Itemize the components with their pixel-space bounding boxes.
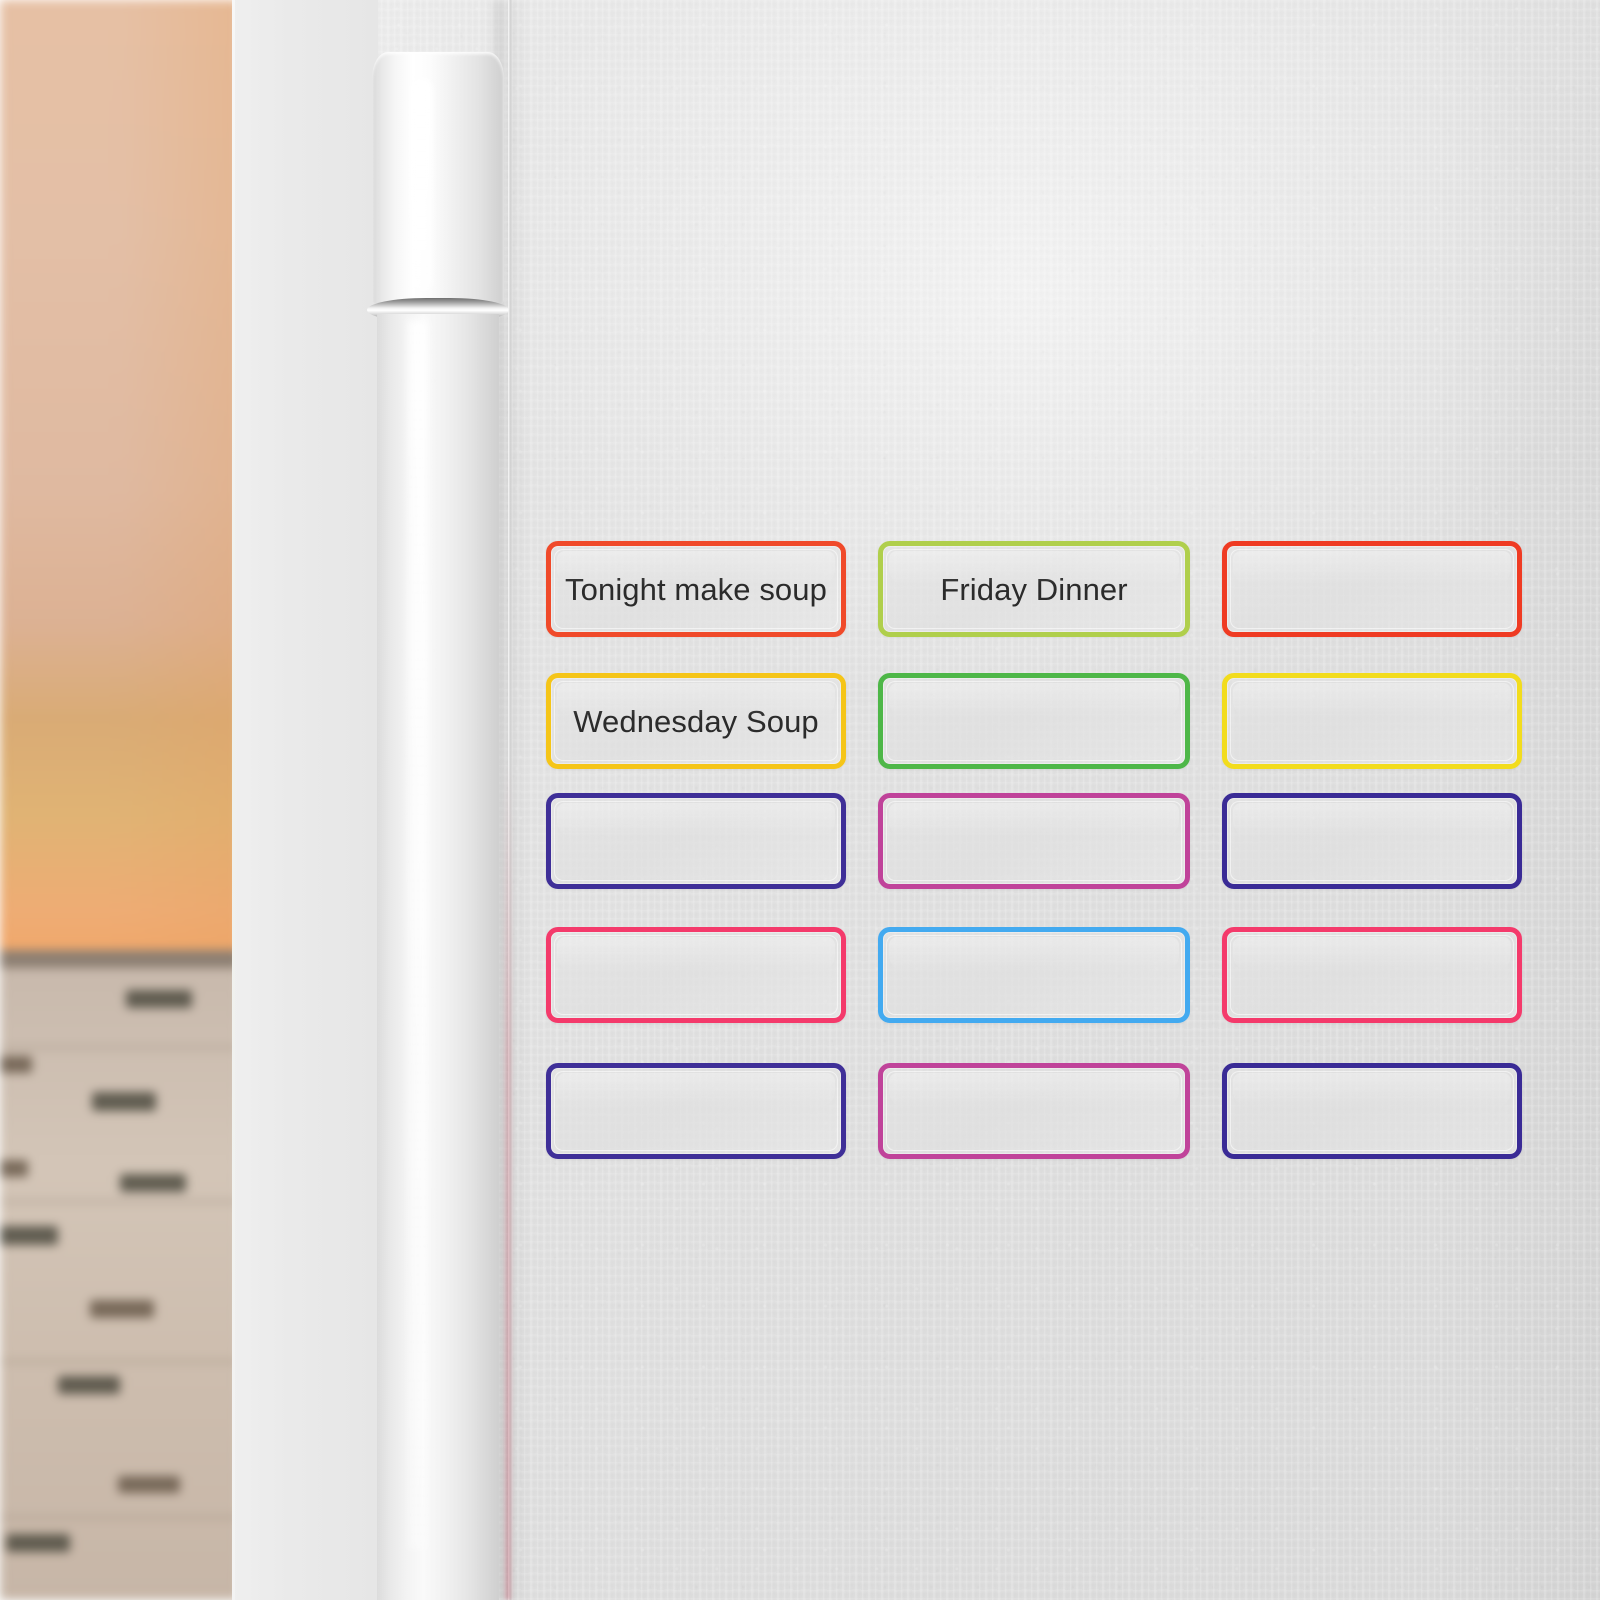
fridge-left-edge	[232, 0, 235, 1600]
sticker-label: Tonight make soup	[565, 571, 827, 607]
background-wall-shading	[120, 0, 240, 960]
sticker-r4c2[interactable]	[878, 927, 1190, 1023]
sticker-r3c1[interactable]	[546, 793, 846, 889]
sticker-sheen	[1233, 803, 1511, 837]
sticker-r2c3[interactable]	[1222, 673, 1522, 769]
sticker-sheen	[889, 803, 1179, 837]
sticker-r5c2[interactable]	[878, 1063, 1190, 1159]
sticker-r3c2[interactable]	[878, 793, 1190, 889]
sticker-grid: Tonight make soup Friday Dinner Wednesda…	[546, 541, 1522, 1159]
sticker-r1c3[interactable]	[1222, 541, 1522, 637]
fridge-seam-reflection	[505, 760, 511, 1600]
fridge-left-panel	[232, 0, 378, 1600]
background-room	[0, 0, 240, 1600]
sticker-r1c2[interactable]: Friday Dinner	[878, 541, 1190, 637]
background-floor	[0, 968, 240, 1600]
sticker-r5c3[interactable]	[1222, 1063, 1522, 1159]
sticker-r2c2[interactable]	[878, 673, 1190, 769]
sticker-r3c3[interactable]	[1222, 793, 1522, 889]
sticker-label: Wednesday Soup	[573, 703, 819, 739]
marker-cap	[372, 52, 504, 304]
marker-cap-highlight	[410, 78, 433, 292]
sticker-r5c1[interactable]	[546, 1063, 846, 1159]
dry-erase-marker[interactable]	[367, 52, 509, 1600]
sticker-r4c3[interactable]	[1222, 927, 1522, 1023]
sticker-sheen	[889, 937, 1179, 971]
sticker-label: Friday Dinner	[940, 571, 1128, 607]
sticker-sheen	[557, 803, 835, 837]
sticker-r2c1[interactable]: Wednesday Soup	[546, 673, 846, 769]
sticker-sheen	[557, 1073, 835, 1107]
marker-barrel-highlight	[408, 320, 428, 1550]
sticker-sheen	[889, 1073, 1179, 1107]
sticker-sheen	[1233, 1073, 1511, 1107]
sticker-r4c1[interactable]	[546, 927, 846, 1023]
sticker-sheen	[557, 937, 835, 971]
sticker-sheen	[889, 683, 1179, 717]
sticker-r1c1[interactable]: Tonight make soup	[546, 541, 846, 637]
sticker-sheen	[1233, 937, 1511, 971]
marker-barrel	[377, 314, 499, 1600]
scene-root: Tonight make soup Friday Dinner Wednesda…	[0, 0, 1600, 1600]
sticker-sheen	[1233, 683, 1511, 717]
sticker-sheen	[1233, 551, 1511, 585]
